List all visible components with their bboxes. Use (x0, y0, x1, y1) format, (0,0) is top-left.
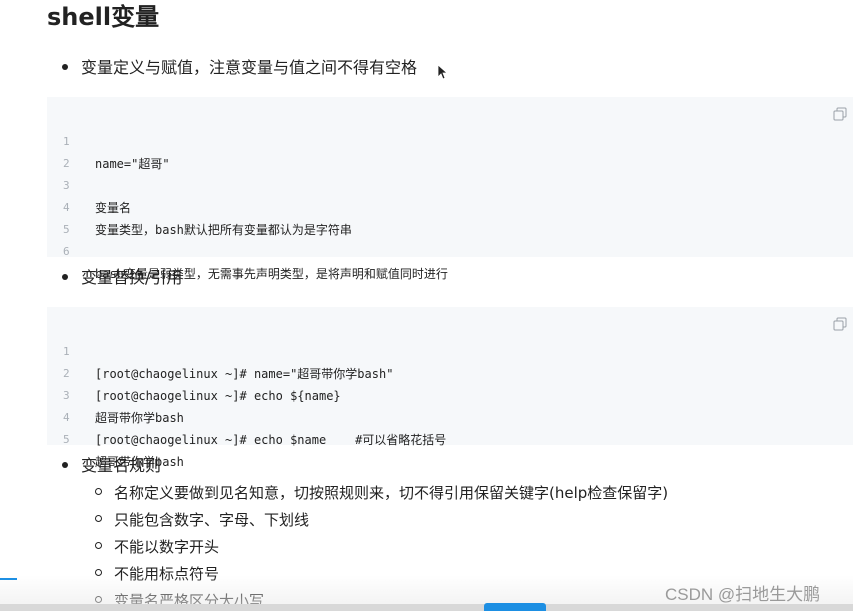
code-text: [root@chaogelinux ~]# name="超哥带你学bash" (95, 367, 394, 381)
code-line: 5 (47, 197, 90, 236)
rule-text: 不能以数字开头 (114, 538, 220, 556)
code-text: [root@chaogelinux ~]# echo ${name} (95, 389, 341, 403)
code-line: 5 超哥带你学bash (47, 407, 184, 469)
bullet-dot (62, 273, 68, 280)
document-page: shell变量 变量定义与赋值，注意变量与值之间不得有空格 1 name="超哥… (0, 0, 853, 611)
rule-text: 不能用标点符号 (114, 565, 220, 583)
bullet-text: 变量名规则 (81, 456, 162, 475)
bullet-text: 变量定义与赋值，注意变量与值之间不得有空格 (81, 58, 418, 77)
rule-item-2: 只能包含数字、字母、下划线 (95, 509, 309, 531)
code-text: 超哥带你学bash (95, 411, 184, 425)
bullet-dot (62, 461, 68, 468)
sub-bullet-ring (95, 542, 102, 549)
code-text: 变量名 (95, 201, 132, 215)
sub-bullet-ring (95, 515, 102, 522)
bullet-item-3: 变量名规则 (62, 455, 161, 477)
code-line: 3 变量名 (47, 153, 131, 215)
bottom-scrollbar-thumb[interactable] (484, 603, 546, 611)
mouse-pointer-icon (437, 64, 447, 80)
watermark: CSDN @扫地生大鹏 (665, 585, 821, 604)
copy-icon[interactable] (833, 317, 847, 331)
code-line: 1 name="超哥" (47, 109, 170, 171)
line-number: 5 (63, 433, 70, 446)
code-line: 4 变量类型，bash默认把所有变量都认为是字符串 (47, 175, 352, 237)
bottom-scrollbar-track[interactable] (0, 604, 853, 611)
code-text: [root@chaogelinux ~]# echo $name #可以省略花括… (95, 433, 447, 447)
page-title: shell变量 (47, 3, 160, 31)
rule-item-4: 不能用标点符号 (95, 563, 219, 585)
rule-item-3: 不能以数字开头 (95, 536, 219, 558)
line-number: 6 (63, 245, 70, 258)
bullet-dot (62, 63, 68, 70)
code-block-1: 1 name="超哥" 2 3 变量名 4 变量类型，bash默认把所有变量都认… (47, 97, 853, 281)
bullet-text: 变量替换/引用 (81, 268, 183, 287)
rule-text: 只能包含数字、字母、下划线 (114, 511, 310, 529)
bullet-item-1: 变量定义与赋值，注意变量与值之间不得有空格 (62, 57, 417, 79)
code-line: 6 bash变量是弱类型，无需事先声明类型，是将声明和赋值同时进行 (47, 219, 448, 281)
code-line: 2 [root@chaogelinux ~]# echo ${name} (47, 341, 341, 403)
code-text: name="超哥" (95, 157, 170, 171)
rule-item-1: 名称定义要做到见名知意，切按照规则来，切不得引用保留关键字(help检查保留字) (95, 482, 668, 504)
code-line: 1 [root@chaogelinux ~]# name="超哥带你学bash" (47, 319, 393, 381)
copy-icon[interactable] (833, 107, 847, 121)
sub-bullet-ring (95, 569, 102, 576)
code-line: 4 [root@chaogelinux ~]# echo $name #可以省略… (47, 385, 446, 447)
code-line: 3 超哥带你学bash (47, 363, 184, 425)
code-block-2: 1 [root@chaogelinux ~]# name="超哥带你学bash"… (47, 307, 853, 469)
code-text: 变量类型，bash默认把所有变量都认为是字符串 (95, 223, 352, 237)
sub-bullet-ring (95, 488, 102, 495)
rule-text: 名称定义要做到见名知意，切按照规则来，切不得引用保留关键字(help检查保留字) (114, 484, 669, 502)
sub-bullet-ring (95, 596, 102, 603)
left-accent-line (0, 578, 17, 580)
bullet-item-2: 变量替换/引用 (62, 267, 182, 289)
code-line: 2 (47, 131, 90, 170)
